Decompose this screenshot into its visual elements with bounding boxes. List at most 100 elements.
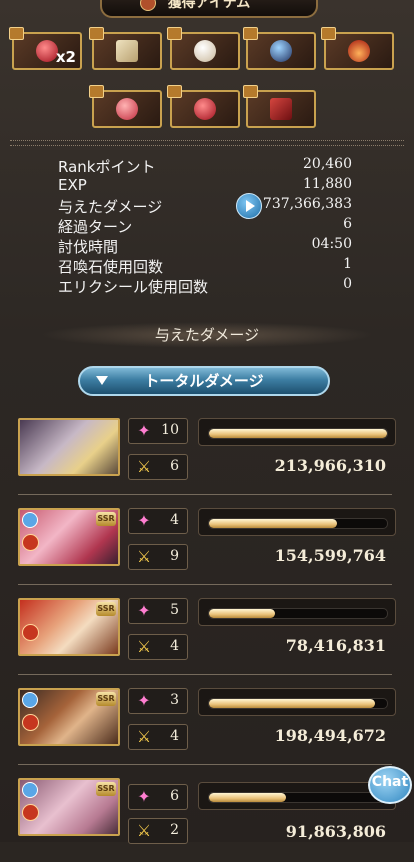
ssr-badge: SSR <box>96 602 116 616</box>
row-divider <box>18 494 392 495</box>
ougi-count-box: ⚔ 9 <box>128 544 188 570</box>
stat-label: EXP <box>58 176 87 194</box>
total-damage-dropdown[interactable]: トータルダメージ <box>78 366 330 396</box>
stat-elixirs: エリクシール使用回数 0 <box>58 276 352 296</box>
ougi-count-box: ⚔ 2 <box>128 818 188 844</box>
stat-label: 経過ターン <box>58 218 133 236</box>
stat-label: 召喚石使用回数 <box>58 258 164 276</box>
crossed-swords-icon: ⚔ <box>136 727 152 746</box>
skill-count: 3 <box>170 692 179 708</box>
ougi-count: 2 <box>170 822 179 838</box>
sparkle-icon: ✦ <box>137 601 151 620</box>
character-portrait[interactable]: SSR <box>18 688 120 746</box>
skill-count: 5 <box>170 602 179 618</box>
chest-icon <box>167 85 182 98</box>
stat-value: 1 <box>343 256 352 272</box>
stat-damage: 与えたダメージ 737,366,383 <box>58 193 352 219</box>
chat-button[interactable]: Chat <box>368 766 412 804</box>
character-portrait[interactable]: SSR <box>18 508 120 566</box>
red-gem-icon <box>36 40 58 62</box>
skill-count-box: ✦ 5 <box>128 598 188 624</box>
sparkle-icon: ✦ <box>137 421 151 440</box>
character-portrait[interactable] <box>18 418 120 476</box>
stat-label: 与えたダメージ <box>58 198 163 216</box>
stat-summons: 召喚石使用回数 1 <box>58 256 352 276</box>
damage-value: 198,494,672 <box>274 726 386 745</box>
stat-value: 11,880 <box>303 176 352 192</box>
skill-count-box: ✦ 10 <box>128 418 188 444</box>
reward-item[interactable] <box>321 27 394 70</box>
reward-item[interactable] <box>89 85 162 128</box>
ougi-count: 4 <box>170 728 179 744</box>
water-element-icon <box>22 512 38 528</box>
rewards-title: 獲得アイテム <box>167 0 251 11</box>
ougi-count: 4 <box>170 638 179 654</box>
skill-count-box: ✦ 6 <box>128 784 188 810</box>
stat-label: エリクシール使用回数 <box>58 278 209 296</box>
chat-label: Chat <box>371 774 409 790</box>
stat-label: 討伐時間 <box>58 238 119 256</box>
skill-count: 4 <box>170 512 179 528</box>
reward-item[interactable] <box>243 27 316 70</box>
water-element-icon <box>22 692 38 708</box>
character-row: SSR ✦ 3 ⚔ 4 198,494,672 <box>0 688 414 772</box>
crossed-swords-icon: ⚔ <box>136 547 152 566</box>
reward-item[interactable] <box>167 27 240 70</box>
sparkle-icon: ✦ <box>137 511 151 530</box>
stat-value: 737,366,383 <box>262 196 352 212</box>
ssr-badge: SSR <box>96 512 116 526</box>
chest-icon <box>321 27 336 40</box>
chest-icon <box>89 27 104 40</box>
chest-icon <box>243 27 258 40</box>
damage-value: 154,599,764 <box>274 546 386 565</box>
flame-icon <box>348 40 370 62</box>
reward-item[interactable] <box>243 85 316 128</box>
damage-bar-fill <box>209 609 275 618</box>
sparkle-icon: ✦ <box>137 691 151 710</box>
reward-item[interactable] <box>167 85 240 128</box>
red-orb-icon <box>116 98 138 120</box>
stat-label: Rankポイント <box>58 158 156 176</box>
scroll-icon <box>116 40 138 62</box>
stat-value: 04:50 <box>311 236 352 252</box>
battle-stats: Rankポイント 20,460 EXP 11,880 与えたダメージ 737,3… <box>58 156 352 296</box>
chest-icon <box>140 0 156 11</box>
stat-value: 0 <box>343 276 352 292</box>
row-divider <box>18 764 392 765</box>
damage-value: 78,416,831 <box>285 636 386 655</box>
character-portrait[interactable]: SSR <box>18 778 120 836</box>
stat-turns: 経過ターン 6 <box>58 216 352 236</box>
fire-element-icon <box>22 714 39 731</box>
damage-bar <box>198 782 396 810</box>
item-count: x2 <box>55 48 76 66</box>
character-row: SSR ✦ 6 ⚔ 2 91,863,806 <box>0 778 414 862</box>
damage-bar <box>198 418 396 446</box>
crossed-swords-icon: ⚔ <box>136 457 152 476</box>
ougi-count: 9 <box>170 548 179 564</box>
crystal-ball-icon <box>194 40 216 62</box>
skill-count: 10 <box>161 422 179 438</box>
chest-icon <box>9 27 24 40</box>
row-divider <box>18 674 392 675</box>
stat-value: 6 <box>343 216 352 232</box>
reward-item[interactable]: x2 <box>9 27 82 70</box>
damage-bar-fill <box>209 793 286 802</box>
damage-value: 213,966,310 <box>274 456 386 475</box>
dropdown-label: トータルダメージ <box>144 372 264 390</box>
ougi-count-box: ⚔ 4 <box>128 724 188 750</box>
stat-exp: EXP 11,880 <box>58 176 352 196</box>
sparkle-icon: ✦ <box>137 787 151 806</box>
red-tome-icon <box>270 98 292 120</box>
crossed-swords-icon: ⚔ <box>136 637 152 656</box>
damage-section-title: 与えたダメージ <box>40 322 374 348</box>
character-row: ✦ 10 ⚔ 6 213,966,310 <box>0 418 414 502</box>
reward-item[interactable] <box>89 27 162 70</box>
character-portrait[interactable]: SSR <box>18 598 120 656</box>
ssr-badge: SSR <box>96 692 116 706</box>
skill-count: 6 <box>170 788 179 804</box>
damage-bar <box>198 508 396 536</box>
water-element-icon <box>22 782 38 798</box>
ougi-count: 6 <box>170 458 179 474</box>
reward-items: x2 <box>0 27 414 130</box>
crossed-swords-icon: ⚔ <box>136 821 152 840</box>
